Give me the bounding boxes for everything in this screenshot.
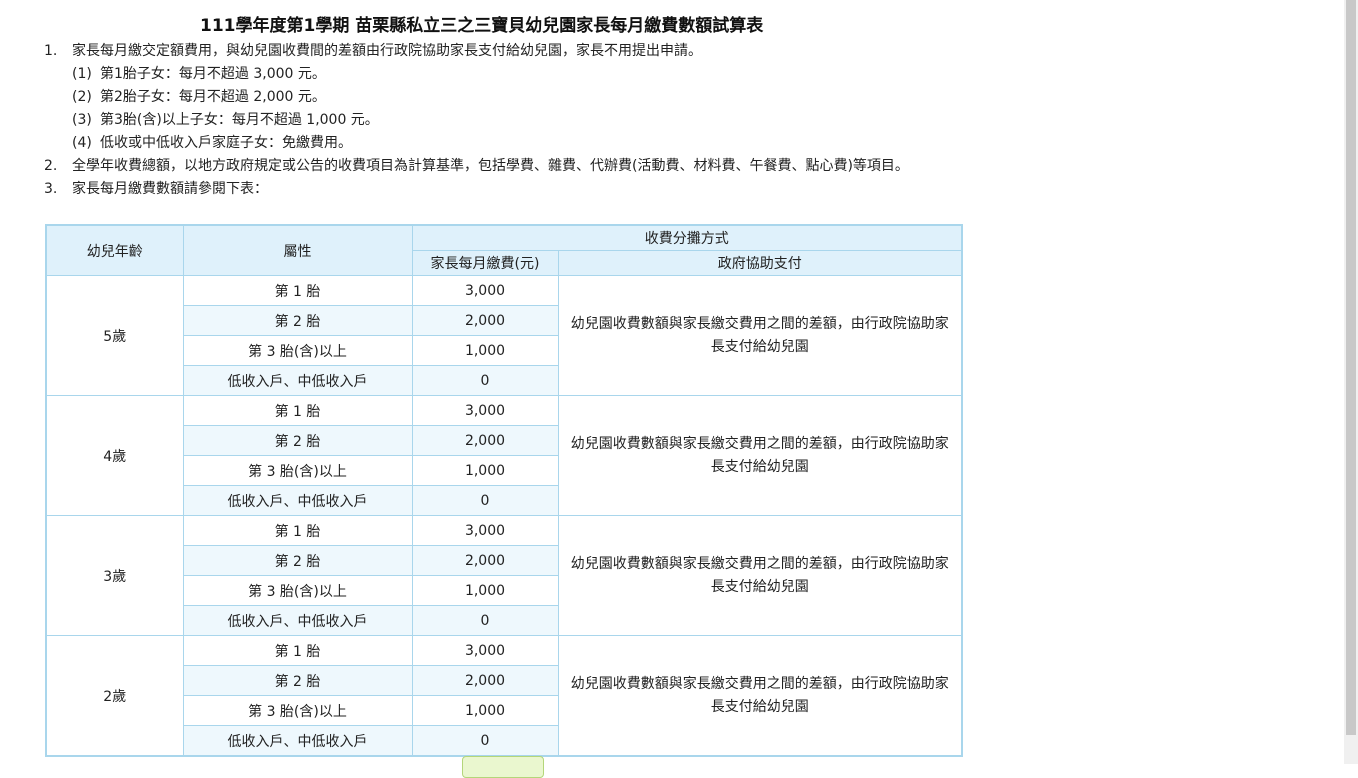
category-cell: 低收入戶、中低收入戶 xyxy=(182,725,413,757)
category-cell: 第 3 胎(含)以上 xyxy=(182,575,413,606)
amount-cell: 0 xyxy=(411,365,559,396)
category-cell: 第 3 胎(含)以上 xyxy=(182,335,413,366)
age-cell: 5歲 xyxy=(45,275,184,396)
category-cell: 第 1 胎 xyxy=(182,635,413,666)
note-item: 3. 家長每月繳費數額請參閱下表： xyxy=(44,178,954,201)
subnote-text: 第2胎子女：每月不超過 2,000 元。 xyxy=(100,89,326,105)
amount-cell: 3,000 xyxy=(411,275,559,306)
page-title: 111學年度第1學期 苗栗縣私立三之三寶貝幼兒園家長每月繳費數額試算表 xyxy=(200,16,764,36)
note-item: 2. 全學年收費總額，以地方政府規定或公告的收費項目為計算基準，包括學費、雜費、… xyxy=(44,155,954,178)
subnote-item: (4) 低收或中低收入戶家庭子女：免繳費用。 xyxy=(44,132,954,155)
note-number: 1. xyxy=(44,43,58,59)
table-row: 2歲 第 1 胎 3,000 幼兒園收費數額與家長繳交費用之間的差額，由行政院協… xyxy=(45,635,963,757)
amount-cell: 3,000 xyxy=(411,515,559,546)
age-cell: 2歲 xyxy=(45,635,184,757)
subnote-item: (1) 第1胎子女：每月不超過 3,000 元。 xyxy=(44,63,954,86)
category-cell: 第 1 胎 xyxy=(182,515,413,546)
amount-cell: 1,000 xyxy=(411,335,559,366)
age-cell: 4歲 xyxy=(45,395,184,516)
notes-list: 1. 家長每月繳交定額費用，與幼兒園收費間的差額由行政院協助家長支付給幼兒園，家… xyxy=(44,40,954,201)
age-cell: 3歲 xyxy=(45,515,184,636)
subnote-number: (4) xyxy=(72,135,92,151)
note-item: 1. 家長每月繳交定額費用，與幼兒園收費間的差額由行政院協助家長支付給幼兒園，家… xyxy=(44,40,954,63)
amount-cell: 2,000 xyxy=(411,545,559,576)
amount-cell: 0 xyxy=(411,605,559,636)
category-cell: 第 3 胎(含)以上 xyxy=(182,455,413,486)
header-parent-fee: 家長每月繳費(元) xyxy=(411,250,559,276)
amount-cell: 3,000 xyxy=(411,395,559,426)
subnote-text: 低收或中低收入戶家庭子女：免繳費用。 xyxy=(100,135,352,151)
subnote-item: (3) 第3胎(含)以上子女：每月不超過 1,000 元。 xyxy=(44,109,954,132)
amount-cell: 0 xyxy=(411,725,559,757)
table-row: 4歲 第 1 胎 3,000 幼兒園收費數額與家長繳交費用之間的差額，由行政院協… xyxy=(45,395,963,516)
gov-cell: 幼兒園收費數額與家長繳交費用之間的差額，由行政院協助家長支付給幼兒園 xyxy=(557,395,963,516)
amount-cell: 2,000 xyxy=(411,665,559,696)
category-cell: 第 1 胎 xyxy=(182,395,413,426)
amount-cell: 2,000 xyxy=(411,425,559,456)
category-cell: 第 2 胎 xyxy=(182,305,413,336)
category-cell: 第 2 胎 xyxy=(182,425,413,456)
note-number: 2. xyxy=(44,158,58,174)
gov-cell: 幼兒園收費數額與家長繳交費用之間的差額，由行政院協助家長支付給幼兒園 xyxy=(557,635,963,757)
subnote-item: (2) 第2胎子女：每月不超過 2,000 元。 xyxy=(44,86,954,109)
note-text: 全學年收費總額，以地方政府規定或公告的收費項目為計算基準，包括學費、雜費、代辦費… xyxy=(72,158,909,174)
header-category: 屬性 xyxy=(182,224,413,276)
category-cell: 低收入戶、中低收入戶 xyxy=(182,485,413,516)
amount-cell: 1,000 xyxy=(411,695,559,726)
header-age: 幼兒年齡 xyxy=(45,224,184,276)
category-cell: 低收入戶、中低收入戶 xyxy=(182,365,413,396)
page: 111學年度第1學期 苗栗縣私立三之三寶貝幼兒園家長每月繳費數額試算表 1. 家… xyxy=(0,0,1344,778)
category-cell: 第 2 胎 xyxy=(182,545,413,576)
subnote-number: (2) xyxy=(72,89,92,105)
note-text: 家長每月繳費數額請參閱下表： xyxy=(72,181,268,197)
vertical-scrollbar[interactable] xyxy=(1344,0,1358,764)
gov-cell: 幼兒園收費數額與家長繳交費用之間的差額，由行政院協助家長支付給幼兒園 xyxy=(557,515,963,636)
amount-cell: 3,000 xyxy=(411,635,559,666)
amount-cell: 1,000 xyxy=(411,575,559,606)
subnote-text: 第3胎(含)以上子女：每月不超過 1,000 元。 xyxy=(100,112,379,128)
category-cell: 第 1 胎 xyxy=(182,275,413,306)
note-number: 3. xyxy=(44,181,58,197)
table-row: 5歲 第 1 胎 3,000 幼兒園收費數額與家長繳交費用之間的差額，由行政院協… xyxy=(45,275,963,396)
scrollbar-thumb[interactable] xyxy=(1346,0,1356,735)
amount-cell: 0 xyxy=(411,485,559,516)
note-text: 家長每月繳交定額費用，與幼兒園收費間的差額由行政院協助家長支付給幼兒園，家長不用… xyxy=(72,43,702,59)
subnote-number: (3) xyxy=(72,112,92,128)
fee-table: 幼兒年齡 屬性 收費分攤方式 家長每月繳費(元) 政府協助支付 5歲 第 1 胎… xyxy=(45,224,963,757)
amount-cell: 1,000 xyxy=(411,455,559,486)
subnote-number: (1) xyxy=(72,66,92,82)
subnote-text: 第1胎子女：每月不超過 3,000 元。 xyxy=(100,66,326,82)
header-gov-pay: 政府協助支付 xyxy=(557,250,963,276)
category-cell: 第 3 胎(含)以上 xyxy=(182,695,413,726)
gov-cell: 幼兒園收費數額與家長繳交費用之間的差額，由行政院協助家長支付給幼兒園 xyxy=(557,275,963,396)
category-cell: 低收入戶、中低收入戶 xyxy=(182,605,413,636)
action-button[interactable] xyxy=(462,756,544,778)
header-split: 收費分攤方式 xyxy=(411,224,963,251)
table-row: 3歲 第 1 胎 3,000 幼兒園收費數額與家長繳交費用之間的差額，由行政院協… xyxy=(45,515,963,636)
amount-cell: 2,000 xyxy=(411,305,559,336)
category-cell: 第 2 胎 xyxy=(182,665,413,696)
